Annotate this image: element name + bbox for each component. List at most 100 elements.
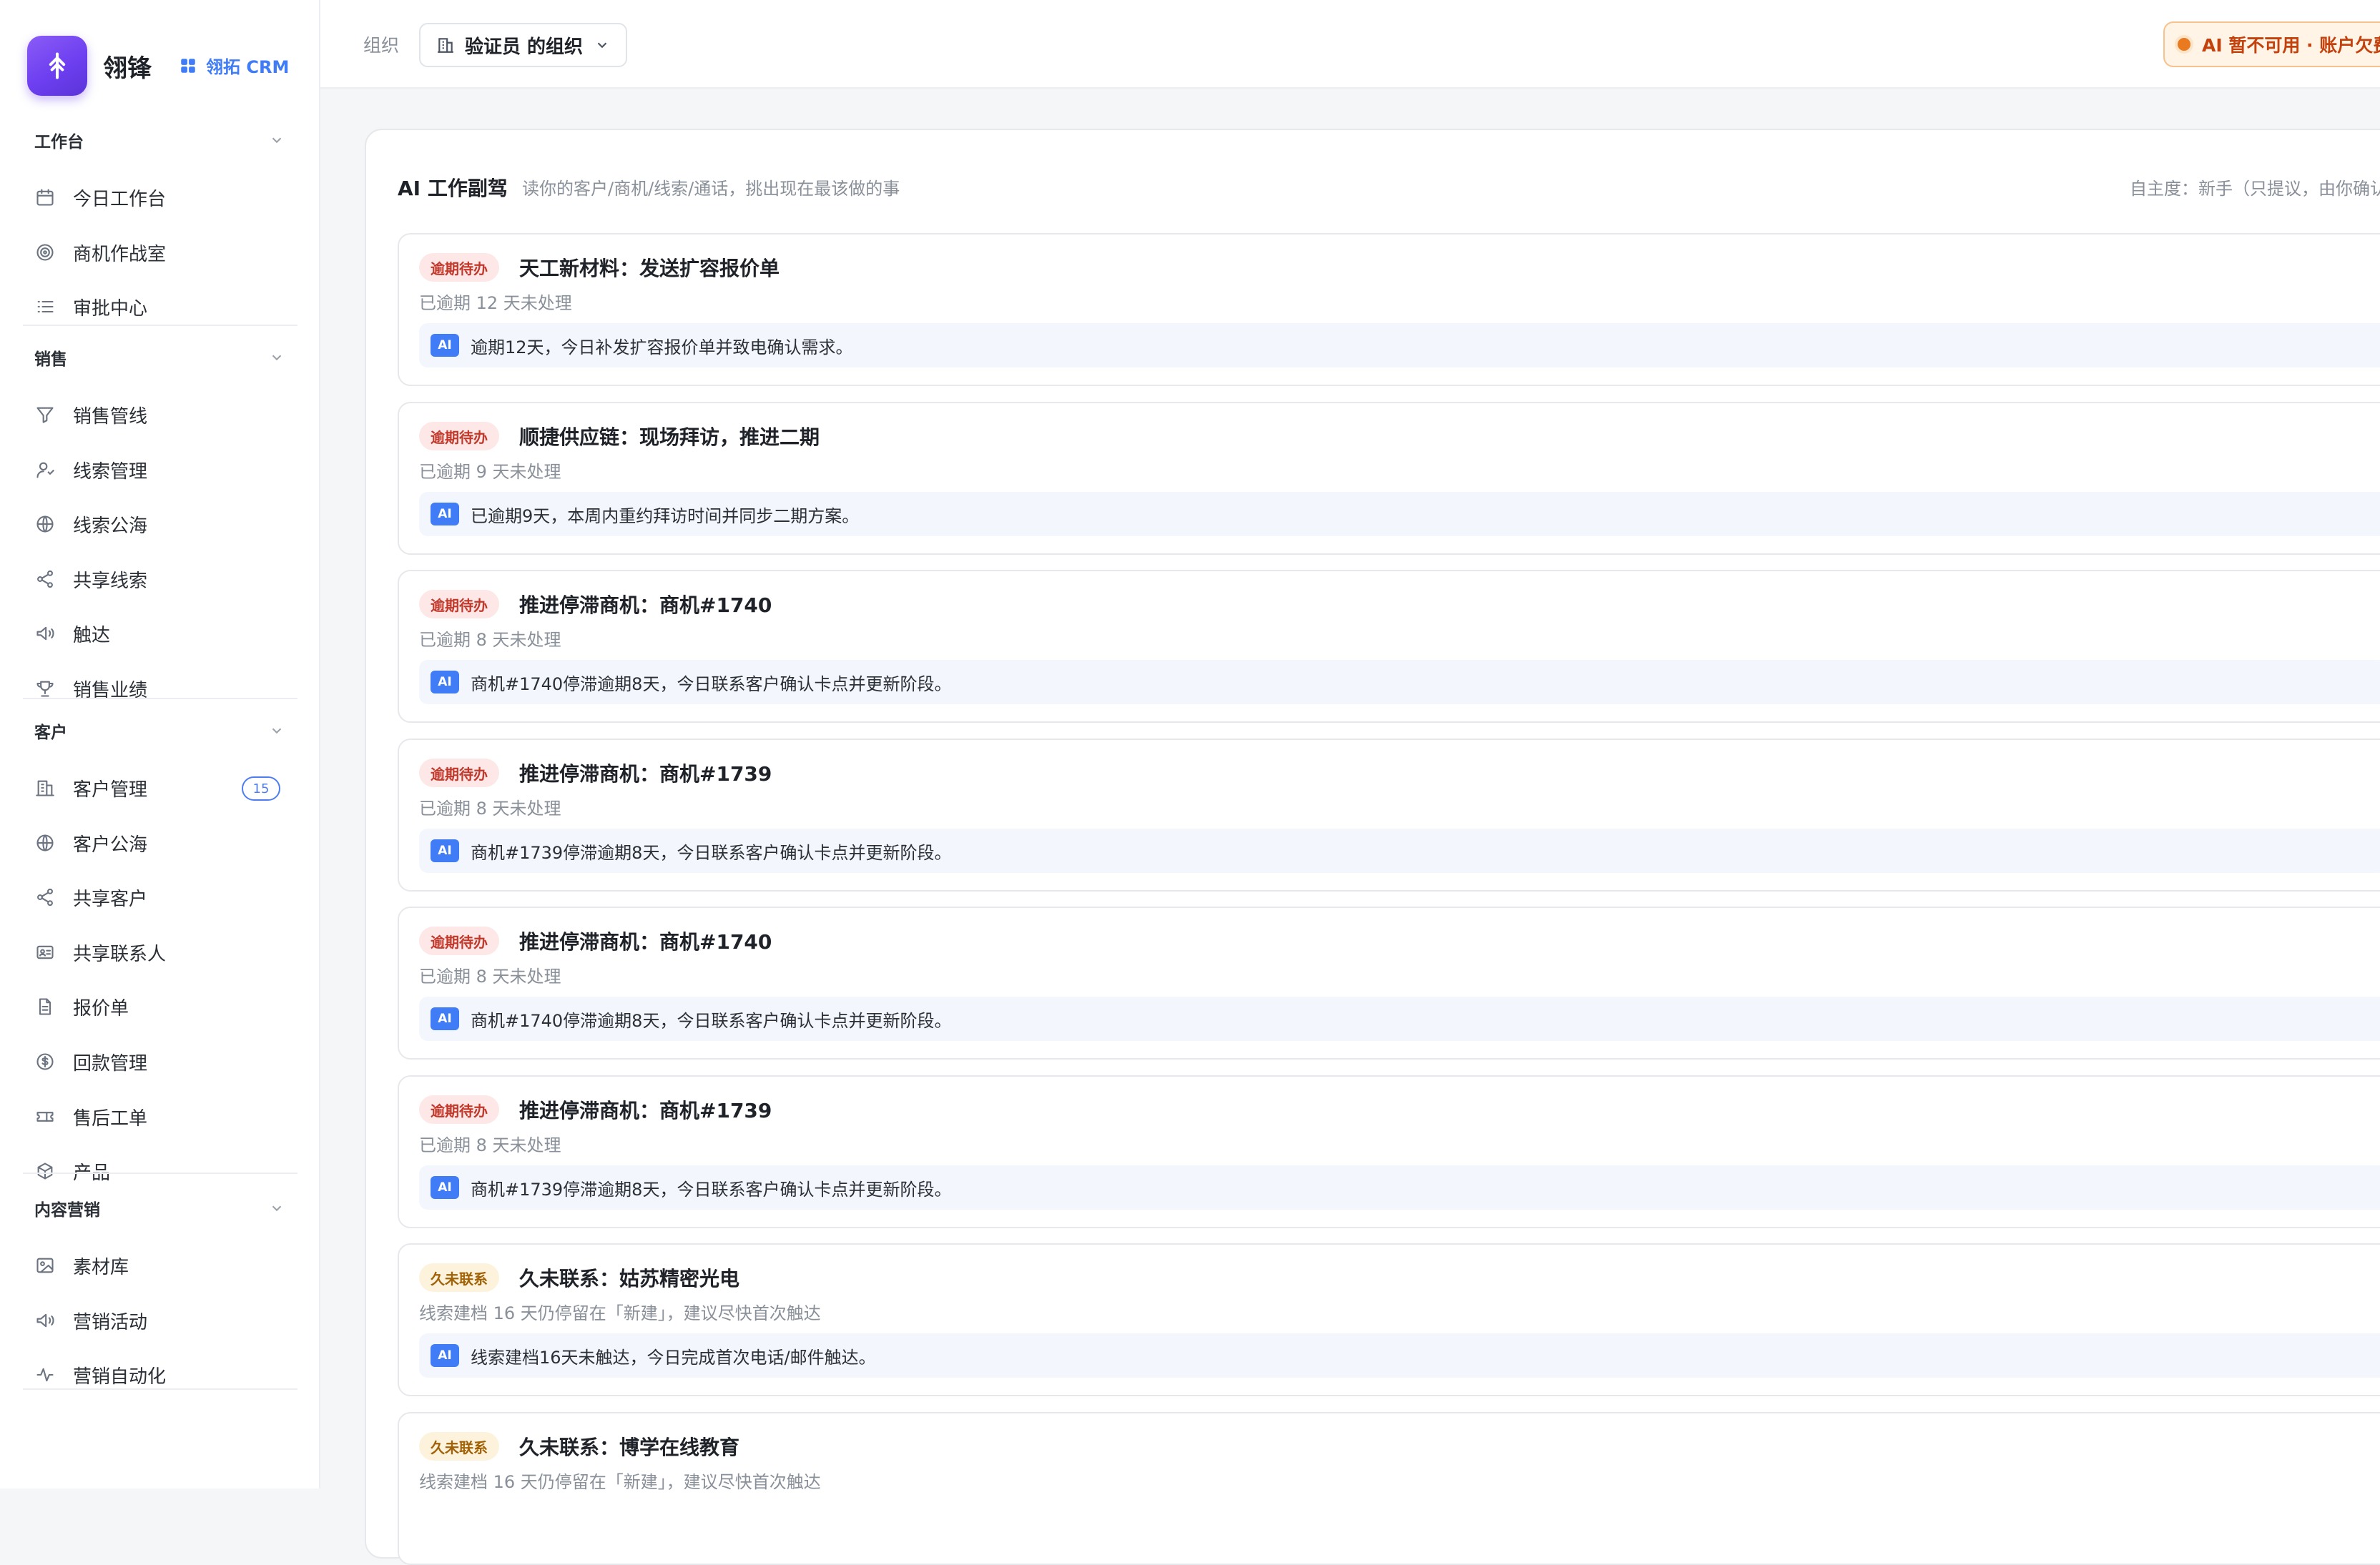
- ai-badge: AI: [431, 1344, 459, 1367]
- ai-suggestion-text: 线索建档16天未触达，今日完成首次电话/邮件触达。: [471, 1347, 876, 1368]
- nav-group-header[interactable]: 客户: [34, 716, 285, 745]
- nav-group-header[interactable]: 销售: [34, 343, 285, 372]
- card-meta: 已逾期 8 天未处理: [419, 1135, 561, 1155]
- globe-icon: [36, 834, 54, 851]
- suggestion-card[interactable]: 逾期待办 推进停滞商机：商机#1740 已逾期 8 天未处理 AI 商机#1740停滞逾…: [398, 570, 2380, 723]
- suggestion-card[interactable]: 逾期待办 顺捷供应链：现场拜访，推进二期 已逾期 9 天未处理 AI 已逾期9天，本周内…: [398, 402, 2380, 555]
- suggestion-card[interactable]: 久未联系 久未联系：博学在线教育线索建档 16 天仍停留在「新建」，建议尽快首次触…: [398, 1412, 2380, 1565]
- sidebar-item[interactable]: 素材库: [34, 1244, 286, 1287]
- ai-suggestion: AI 线索建档16天未触达，今日完成首次电话/邮件触达。: [419, 1333, 2380, 1378]
- funnel-icon: [36, 407, 54, 423]
- sidebar-item[interactable]: 线索公海: [34, 503, 286, 545]
- nav-group-header[interactable]: 内容营销: [34, 1194, 285, 1223]
- box-icon: [37, 1162, 53, 1180]
- suggestion-card[interactable]: 逾期待办 推进停滞商机：商机#1740 已逾期 8 天未处理 AI 商机#1740停滞逾…: [398, 907, 2380, 1060]
- sidebar-item-label: 审批中心: [73, 297, 148, 320]
- sidebar-item[interactable]: 回款管理: [34, 1040, 286, 1083]
- autonomy-level[interactable]: 自主度：新手（只提议，由你确认）: [2130, 174, 2380, 199]
- sidebar-item-label: 营销活动: [73, 1311, 148, 1333]
- ai-suggestion: AI 商机#1739停滞逾期8天，今日联系客户确认卡点并更新阶段。: [419, 1165, 2380, 1210]
- card-meta: 已逾期 9 天未处理: [419, 462, 561, 482]
- ai-suggestion: AI 商机#1740停滞逾期8天，今日联系客户确认卡点并更新阶段。: [419, 997, 2380, 1041]
- sidebar-item[interactable]: 报价单: [34, 985, 286, 1028]
- org-label: 组织: [363, 35, 400, 56]
- image-icon: [36, 1258, 54, 1273]
- activity-icon: [36, 1368, 54, 1382]
- card-meta: 已逾期 8 天未处理: [419, 967, 561, 987]
- brand[interactable]: 翎锋: [27, 36, 152, 96]
- ai-status-alert[interactable]: AI 暂不可用 · 账户欠费: [2163, 21, 2380, 67]
- sidebar-item-label: 营销自动化: [73, 1366, 167, 1388]
- nav-group-title: 内容营销: [34, 1201, 100, 1220]
- sidebar-item[interactable]: 营销自动化: [34, 1353, 286, 1396]
- product-switcher[interactable]: 翎拓 CRM: [179, 53, 289, 78]
- nav-divider: [23, 1388, 298, 1390]
- card-meta: 已逾期 8 天未处理: [419, 630, 561, 650]
- sidebar-item[interactable]: 今日工作台: [34, 176, 286, 219]
- panel-subtitle: 读你的客户/商机/线索/通话，挑出现在最该做的事: [522, 179, 900, 199]
- sidebar-item-label: 触达: [73, 624, 111, 646]
- ai-suggestion: AI 逾期12天，今日补发扩容报价单并致电确认需求。: [419, 323, 2380, 367]
- card-title: 推进停滞商机：商机#1740: [519, 930, 772, 954]
- status-badge: 久未联系: [419, 1432, 499, 1461]
- suggestion-card[interactable]: 久未联系 久未联系：姑苏精密光电 线索建档 16 天仍停留在「新建」，建议尽快首次触…: [398, 1243, 2380, 1396]
- sidebar-item[interactable]: 销售管线: [34, 393, 286, 436]
- building-icon: [438, 38, 453, 53]
- sidebar-item[interactable]: 共享联系人: [34, 931, 286, 974]
- megaphone-icon: [36, 626, 54, 641]
- card-title: 天工新材料：发送扩容报价单: [519, 257, 780, 280]
- trophy-icon: [36, 681, 54, 697]
- globe-icon: [36, 515, 54, 533]
- ai-suggestion-text: 逾期12天，今日补发扩容报价单并致电确认需求。: [471, 337, 853, 357]
- sidebar-item-label: 售后工单: [73, 1107, 148, 1130]
- ticket-icon: [36, 1112, 54, 1122]
- feather-icon: [49, 52, 66, 79]
- card-title: 推进停滞商机：商机#1739: [519, 762, 772, 786]
- chevron-down-icon: [272, 728, 282, 734]
- top-bar: 组织 验证员 的组织 AI 暂不可用 · 账户欠费: [320, 0, 2380, 89]
- sidebar-item[interactable]: 客户公海: [34, 821, 286, 864]
- sidebar-item[interactable]: 线索管理: [34, 448, 286, 491]
- sidebar-item[interactable]: 审批中心: [34, 285, 286, 328]
- sidebar-item[interactable]: 触达: [34, 612, 286, 655]
- sidebar-item-label: 客户管理: [73, 779, 148, 801]
- chevron-down-icon: [272, 355, 282, 361]
- nav-group-title: 销售: [34, 350, 67, 369]
- suggestion-card[interactable]: 逾期待办 推进停滞商机：商机#1739 已逾期 8 天未处理 AI 商机#1739停滞逾…: [398, 739, 2380, 892]
- sidebar-item[interactable]: 商机作战室: [34, 231, 286, 274]
- org-select[interactable]: 验证员 的组织: [419, 23, 628, 67]
- chevron-down-icon: [272, 1205, 282, 1212]
- chevron-down-icon: [597, 42, 607, 49]
- card-meta: 线索建档 16 天仍停留在「新建」，建议尽快首次触达: [419, 1472, 821, 1492]
- status-badge: 逾期待办: [419, 590, 499, 618]
- calendar-icon: [36, 189, 54, 206]
- suggestion-card[interactable]: 逾期待办 天工新材料：发送扩容报价单 已逾期 12 天未处理 AI 逾期12天，今日补发…: [398, 233, 2380, 386]
- ai-suggestion-text: 商机#1739停滞逾期8天，今日联系客户确认卡点并更新阶段。: [471, 1179, 952, 1200]
- ai-suggestion-text: 商机#1740停滞逾期8天，今日联系客户确认卡点并更新阶段。: [471, 1010, 952, 1031]
- sidebar-item[interactable]: 营销活动: [34, 1299, 286, 1342]
- card-meta: 线索建档 16 天仍停留在「新建」，建议尽快首次触达: [419, 1303, 821, 1323]
- nav-divider: [23, 325, 298, 326]
- nav-group-title: 工作台: [34, 133, 84, 152]
- sidebar-item-label: 共享线索: [73, 570, 148, 592]
- status-badge: 逾期待办: [419, 759, 499, 787]
- card-title: 推进停滞商机：商机#1740: [519, 593, 772, 617]
- status-badge: 逾期待办: [419, 422, 499, 450]
- product-name: 翎拓 CRM: [206, 57, 290, 77]
- ai-copilot-panel: AI 工作副驾 读你的客户/商机/线索/通话，挑出现在最该做的事 自主度：新手（…: [365, 129, 2380, 1565]
- sidebar-item[interactable]: 售后工单: [34, 1095, 286, 1138]
- chevron-down-icon: [272, 137, 282, 144]
- ai-suggestion: AI 商机#1740停滞逾期8天，今日联系客户确认卡点并更新阶段。: [419, 660, 2380, 704]
- warning-dot-icon: [2178, 38, 2190, 51]
- suggestion-card[interactable]: 逾期待办 推进停滞商机：商机#1739 已逾期 8 天未处理 AI 商机#1739停滞逾…: [398, 1075, 2380, 1228]
- document-icon: [39, 998, 51, 1015]
- card-title: 久未联系：博学在线教育: [519, 1436, 740, 1459]
- nav-group-header[interactable]: 工作台: [34, 126, 285, 154]
- sidebar-item[interactable]: 共享客户: [34, 876, 286, 919]
- sidebar-item[interactable]: 共享线索: [34, 558, 286, 601]
- sidebar-item[interactable]: 销售业绩: [34, 667, 286, 710]
- sidebar-item[interactable]: 产品: [34, 1150, 286, 1193]
- share-icon: [37, 888, 53, 907]
- sidebar-item[interactable]: 客户管理 15: [34, 766, 286, 809]
- share-icon: [37, 570, 53, 588]
